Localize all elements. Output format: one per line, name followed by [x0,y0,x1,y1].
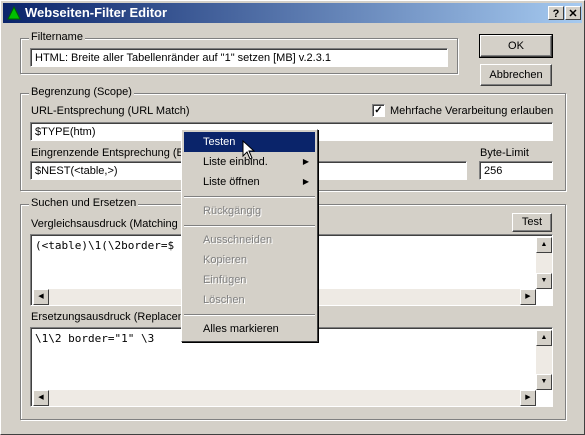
scroll-left-icon[interactable]: ◀ [33,289,49,305]
scroll-down-icon[interactable]: ▼ [536,374,552,390]
matching-expression-text: (<table)\1(\2border=$ [35,239,175,252]
menu-separator [184,225,315,227]
bounds-match-label: Eingrenzende Entsprechung (Bo [31,147,190,159]
search-replace-legend: Suchen und Ersetzen [29,197,139,209]
replace-expression-text: \1\2 border="1" \3 [35,332,155,345]
byte-limit-input[interactable]: 256 [479,161,553,180]
cancel-button[interactable]: Abbrechen [480,64,552,86]
window-title: Webseiten-Filter Editor [25,5,168,20]
menu-separator [184,314,315,316]
multi-processing-label: Mehrfache Verarbeitung erlauben [390,105,554,117]
multi-processing-checkbox[interactable]: ✓ [372,104,385,117]
scroll-up-icon[interactable]: ▲ [536,237,552,253]
mouse-cursor-icon [242,140,256,160]
menu-item-liste-oeffnen[interactable]: Liste öffnen ▶ [184,172,315,192]
menu-item-alles-markieren[interactable]: Alles markieren [184,319,315,339]
close-button[interactable]: ✕ [565,6,581,20]
scroll-up-icon[interactable]: ▲ [536,330,552,346]
help-button[interactable]: ? [548,6,564,20]
menu-separator [184,196,315,198]
scroll-down-icon[interactable]: ▼ [536,273,552,289]
matching-expression-label: Vergleichsausdruck (Matching E [31,218,189,230]
scroll-right-icon[interactable]: ▶ [520,289,536,305]
test-button[interactable]: Test [512,213,552,232]
submenu-arrow-icon: ▶ [302,157,309,166]
menu-item-label: Rückgängig [203,205,262,217]
menu-item-label: Löschen [203,294,245,306]
submenu-arrow-icon: ▶ [302,177,309,186]
filtername-legend: Filtername [29,31,85,43]
byte-limit-label: Byte-Limit [480,147,529,159]
menu-item-label: Testen [203,136,236,148]
scroll-right-icon[interactable]: ▶ [520,390,536,406]
menu-item-loeschen[interactable]: Löschen [184,290,315,310]
menu-item-label: Ausschneiden [203,234,273,246]
menu-item-label: Einfügen [203,274,247,286]
app-icon [7,6,21,20]
replace-expression-label: Ersetzungsausdruck (Replacem [31,311,187,323]
replace-vertical-scrollbar[interactable]: ▲ ▼ [536,330,552,390]
menu-item-rueckgaengig[interactable]: Rückgängig [184,201,315,221]
menu-item-ausschneiden[interactable]: Ausschneiden [184,230,315,250]
menu-item-kopieren[interactable]: Kopieren [184,250,315,270]
ok-button[interactable]: OK [479,34,553,58]
url-match-label: URL-Entsprechung (URL Match) [31,105,190,117]
menu-item-label: Alles markieren [203,323,279,335]
menu-item-label: Liste öffnen [203,176,260,188]
dialog-window: Webseiten-Filter Editor ? ✕ Filtername H… [0,0,585,435]
scope-legend: Begrenzung (Scope) [29,86,134,98]
menu-item-label: Kopieren [203,254,248,266]
menu-item-einfuegen[interactable]: Einfügen [184,270,315,290]
filtername-input[interactable]: HTML: Breite aller Tabellenränder auf "1… [30,48,448,67]
title-bar[interactable]: Webseiten-Filter Editor ? ✕ [3,3,582,23]
matching-vertical-scrollbar[interactable]: ▲ ▼ [536,237,552,289]
scroll-left-icon[interactable]: ◀ [33,390,49,406]
menu-item-label: Liste einbind. [203,156,268,168]
replace-horizontal-scrollbar[interactable]: ◀ ▶ [33,390,536,406]
context-menu: Testen Liste einbind. ▶ Liste öffnen ▶ Rüc… [181,129,318,342]
